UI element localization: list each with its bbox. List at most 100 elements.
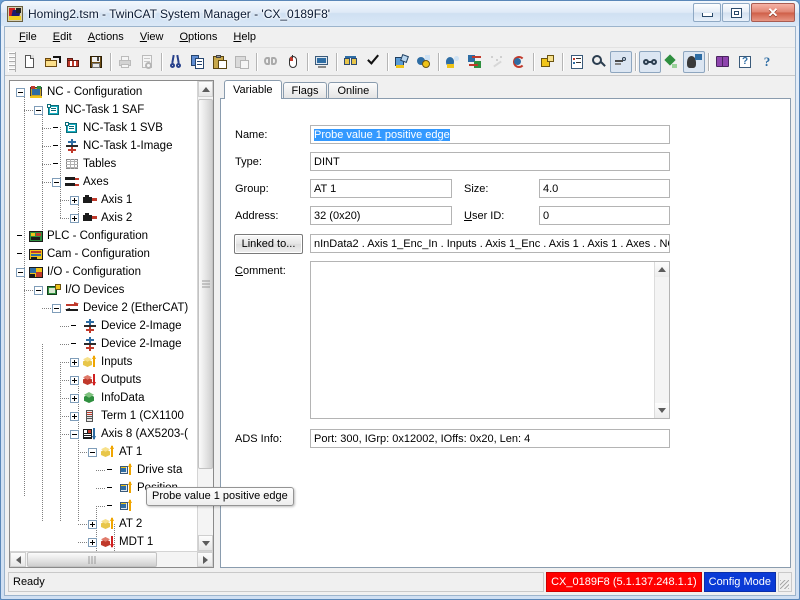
collapse-node-button[interactable] [16,267,25,277]
scroll-up-button[interactable] [198,81,213,97]
comment-scroll-up-button[interactable] [655,262,669,277]
scroll-right-button[interactable] [197,552,213,567]
generate-mappings-icon[interactable] [413,51,435,73]
add-route-icon[interactable] [537,51,559,73]
context-help-icon[interactable]: ? [734,51,756,73]
check-config-icon[interactable] [362,51,384,73]
expand-node-button[interactable] [70,213,79,223]
tree-item-device-2-image[interactable]: Device 2-Image [70,335,182,353]
tree-item-cam-configuration[interactable]: Cam - Configuration [16,245,150,263]
menu-actions[interactable]: Actions [80,29,132,45]
menu-options[interactable]: Options [171,29,225,45]
expand-node-button[interactable] [88,519,97,529]
tab-online[interactable]: Online [328,82,379,99]
tree-item-i-o-devices[interactable]: I/O Devices [34,281,124,299]
tree-item-axes[interactable]: Axes [52,173,109,191]
comment-scrollbar[interactable] [654,262,669,418]
collapse-node-button[interactable] [52,303,61,313]
configuration-tree[interactable]: NC - Configuration NC-Task 1 SAF NC-Task 1… [10,81,197,551]
hscroll-thumb[interactable] [27,552,157,567]
group-input[interactable]: AT 1 [310,179,452,198]
paste-icon[interactable] [209,51,231,73]
activate-config-icon[interactable] [391,51,413,73]
hscroll-track[interactable] [26,552,197,567]
tree-item-nc-task-1-saf[interactable]: NC-Task 1 SAF [34,101,144,119]
tree-item-tables[interactable]: Tables [52,155,116,173]
collapse-node-button[interactable] [88,447,97,457]
close-button[interactable]: ✕ [751,3,795,22]
tree-item-infodata[interactable]: InfoData [70,389,144,407]
linked-to-button[interactable]: Linked to... [234,234,303,254]
zoom-icon[interactable] [588,51,610,73]
comment-field[interactable] [310,261,670,419]
minimize-button[interactable] [693,3,721,22]
tab-variable[interactable]: Variable [224,80,282,99]
save-icon[interactable] [85,51,107,73]
comment-scroll-down-button[interactable] [655,403,669,418]
comment-scroll-track[interactable] [655,277,669,403]
toggle-free-run-icon[interactable] [508,51,530,73]
expand-node-button[interactable] [70,357,79,367]
documentation-icon[interactable] [712,51,734,73]
expand-node-button[interactable] [88,537,97,547]
choose-target-system-icon[interactable] [311,51,333,73]
tree-item-axis-1[interactable]: Axis 1 [70,191,132,209]
resize-grip[interactable] [778,572,792,592]
tree-item-nc-task-1-image[interactable]: NC-Task 1-Image [52,137,172,155]
show-variable-info-icon[interactable] [661,51,683,73]
collapse-node-button[interactable] [52,177,61,187]
address-input[interactable]: 32 (0x20) [310,206,452,225]
tree-item-axis-2[interactable]: Axis 2 [70,209,132,227]
menu-view[interactable]: View [132,29,172,45]
tab-flags[interactable]: Flags [282,82,328,99]
scroll-thumb[interactable] [198,99,213,469]
tree-item-inputs[interactable]: Inputs [70,353,132,371]
tree-horizontal-scrollbar[interactable] [10,551,213,567]
restart-twincat-icon[interactable] [442,51,464,73]
tree-item-outputs[interactable]: Outputs [70,371,141,389]
menu-help[interactable]: Help [225,29,264,45]
tree-item-axis-8-ax5203[interactable]: Axis 8 (AX5203-( [70,425,188,443]
name-input[interactable]: Probe value 1 positive edge [310,125,670,144]
append-boxes-icon[interactable] [340,51,362,73]
expand-node-button[interactable] [70,195,79,205]
maximize-button[interactable] [722,3,750,22]
tree-item-plc-configuration[interactable]: PLC - Configuration [16,227,148,245]
tree-item-term-1-cx1100[interactable]: Term 1 (CX1100 [70,407,184,425]
size-input[interactable]: 4.0 [539,179,670,198]
toolbar-grip[interactable] [8,51,16,72]
menu-file[interactable]: File [11,29,45,45]
collapse-node-button[interactable] [34,105,43,115]
tree-item-i-o-configuration[interactable]: I/O - Configuration [16,263,141,281]
tree-item-nc-task-1-svb[interactable]: NC-Task 1 SVB [52,119,163,137]
user-id-input[interactable]: 0 [539,206,670,225]
tree-item-at-1[interactable]: AT 1 [88,443,142,461]
menu-edit[interactable]: Edit [45,29,80,45]
about-icon[interactable]: ? [756,51,778,73]
linked-to-value[interactable]: nInData2 . Axis 1_Enc_In . Inputs . Axis… [310,234,670,253]
mouse-select-icon[interactable] [282,51,304,73]
scroll-down-button[interactable] [198,535,213,551]
tree-item-at-2[interactable]: AT 2 [88,515,142,533]
show-logger-icon[interactable] [566,51,588,73]
show-online-data-icon[interactable] [639,50,661,73]
copy-icon[interactable] [187,51,209,73]
collapse-node-button[interactable] [16,87,25,97]
show-ads-info-icon[interactable] [683,50,705,73]
tree-item-mdt-1[interactable]: MDT 1 [88,533,153,551]
open-icon[interactable] [41,51,63,73]
expand-node-button[interactable] [70,393,79,403]
status-config-mode[interactable]: Config Mode [703,572,776,592]
expand-node-button[interactable] [70,411,79,421]
type-input[interactable]: DINT [310,152,670,171]
scroll-track[interactable] [198,97,213,535]
status-target-system[interactable]: CX_0189F8 (5.1.137.248.1.1) [546,572,702,592]
tree-item-drive-sta[interactable]: Drive sta [106,461,182,479]
collapse-node-button[interactable] [34,285,43,295]
open-red-icon[interactable] [63,51,85,73]
expand-node-button[interactable] [70,375,79,385]
show-sub-variables-icon[interactable] [610,50,632,73]
tree-vertical-scrollbar[interactable] [197,81,213,551]
cut-icon[interactable] [165,51,187,73]
tree-item-device-2-ethercat[interactable]: Device 2 (EtherCAT) [52,299,188,317]
